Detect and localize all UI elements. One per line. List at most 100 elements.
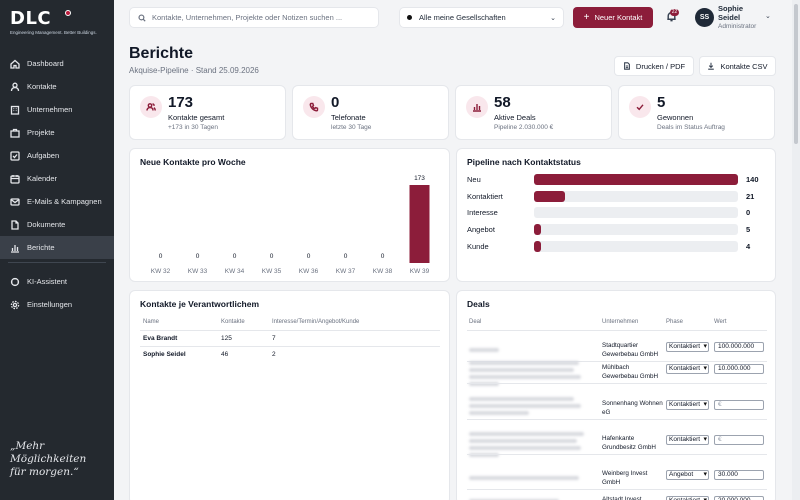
panel-title: Kontakte je Verantwortlichem (140, 299, 260, 309)
x-tick-label: KW 32 (151, 268, 171, 275)
pipeline-value: 21 (746, 191, 755, 201)
pipeline-label: Angebot (467, 225, 495, 235)
new-contact-button[interactable]: + Neuer Kontakt (573, 7, 653, 28)
search-bar[interactable] (129, 7, 379, 28)
deal-value-input[interactable]: 100.000.000 (714, 342, 764, 352)
sidebar-item-label: E-Mails & Kampagnen (27, 197, 102, 206)
pipeline-value: 4 (746, 241, 751, 251)
pipeline-track (534, 190, 738, 202)
row-divider (467, 489, 767, 490)
sidebar-item-projekte[interactable]: Projekte (0, 121, 114, 144)
column-header: Unternehmen (602, 319, 639, 325)
weekly-contacts-panel: Neue Kontakte pro Woche 0 KW 32 0 KW 33 0 KW … (129, 148, 450, 282)
x-tick-label: KW 38 (373, 268, 393, 275)
sidebar-item-einstellungen[interactable]: Einstellungen (0, 293, 114, 316)
deal-company-line: Grundbesitz GmbH (602, 444, 656, 451)
user-icon (10, 82, 20, 92)
page-title: Berichte (129, 45, 194, 62)
deal-company: Altstadt InvestGmbH (602, 495, 642, 500)
x-tick-label: KW 37 (336, 268, 356, 275)
deal-value-input[interactable]: 20.000.000 (714, 496, 764, 500)
deal-company-line: Gewerbebau GmbH (602, 351, 658, 358)
x-tick-label: KW 33 (188, 268, 208, 275)
column-header: Phase (666, 319, 684, 325)
deal-phase-select[interactable]: Angebot (666, 470, 709, 480)
sidebar-item-ki-assistent[interactable]: KI-Assistent (0, 270, 114, 293)
deal-phase-select[interactable]: Kontaktiert (666, 342, 709, 352)
quote-line: für morgen.“ (10, 466, 79, 478)
avatar[interactable]: SS (695, 8, 714, 27)
main-nav: Dashboard Kontakte Unternehmen Projekte … (0, 52, 114, 259)
x-tick-label: KW 35 (262, 268, 282, 275)
user-last-name: Seidel (718, 13, 741, 22)
sidebar-item-dokumente[interactable]: Dokumente (0, 213, 114, 236)
deal-phase-select[interactable]: Kontaktiert (666, 496, 709, 500)
kpi-card-deals: 58 Aktive Deals Pipeline 2.030.000 € (455, 85, 612, 140)
kpi-card-contacts: 173 Kontakte gesamt +173 in 30 Tagen (129, 85, 286, 140)
sidebar-item-berichte[interactable]: Berichte (0, 236, 114, 259)
deal-company: Stadtquartier Gewerbebau GmbH (602, 341, 658, 359)
print-pdf-button[interactable]: Drucken / PDF (614, 56, 694, 76)
data-label: 0 (196, 253, 200, 260)
deal-company-line: Stadtquartier (602, 342, 639, 349)
notification-count-badge: 22 (670, 9, 679, 16)
deal-company-line: Gewerbebau GmbH (602, 373, 658, 380)
deal-phase-select[interactable]: Kontaktiert (666, 400, 709, 410)
deal-phase-select[interactable]: Kontaktiert (666, 364, 709, 374)
kpi-value: 0 (331, 94, 340, 111)
chevron-down-icon[interactable]: ⌄ (765, 12, 771, 20)
print-pdf-label: Drucken / PDF (635, 61, 686, 71)
kpi-card-won: 5 Gewonnen Deals im Status Auftrag (618, 85, 775, 140)
export-csv-button[interactable]: Kontakte CSV (699, 56, 776, 76)
scrollbar-thumb[interactable] (794, 4, 798, 144)
kpi-label: Aktive Deals (494, 113, 536, 122)
sidebar-item-emails[interactable]: E-Mails & Kampagnen (0, 190, 114, 213)
deal-company: Mühlbach Gewerbebau GmbH (602, 363, 658, 381)
pipeline-row: Neu 140 (467, 174, 767, 186)
kpi-label: Kontakte gesamt (168, 113, 225, 122)
chevron-down-icon: ⌄ (550, 14, 556, 22)
deal-phase-select[interactable]: Kontaktiert (666, 435, 709, 445)
redacted-text (469, 411, 529, 415)
user-first-name: Sophie (718, 4, 744, 13)
row-divider (140, 330, 440, 331)
document-icon (623, 62, 630, 70)
briefcase-icon (10, 128, 20, 138)
deal-value-input[interactable]: € (714, 400, 764, 410)
deal-value-input[interactable]: 30.000 (714, 470, 764, 480)
pipeline-value: 5 (746, 225, 751, 235)
deal-company: Weinberg Invest GmbH (602, 469, 647, 487)
redacted-text (469, 404, 581, 408)
pipeline-track (534, 174, 738, 185)
sidebar-item-aufgaben[interactable]: Aufgaben (0, 144, 114, 167)
secondary-nav: KI-Assistent Einstellungen (0, 270, 114, 316)
deal-value-input[interactable]: 10.000.000 (714, 364, 764, 374)
kpi-value: 173 (168, 94, 194, 111)
pipeline-value: 0 (746, 208, 751, 218)
search-input[interactable] (152, 13, 372, 22)
pipeline-track (534, 240, 738, 252)
sidebar-item-unternehmen[interactable]: Unternehmen (0, 98, 114, 121)
sidebar-item-kalender[interactable]: Kalender (0, 167, 114, 190)
redacted-text (469, 446, 581, 450)
status-dot-icon (407, 15, 412, 20)
pipeline-track (534, 224, 738, 236)
bar-chart-icon (466, 96, 488, 118)
pipeline-label: Kunde (467, 241, 489, 251)
user-name[interactable]: Sophie Seidel (718, 4, 758, 22)
export-csv-label: Kontakte CSV (720, 61, 768, 71)
document-icon (10, 219, 20, 230)
redacted-text (469, 368, 574, 372)
check-icon (629, 96, 651, 118)
deal-company-line: Weinberg Invest (602, 470, 648, 477)
x-tick-label: KW 39 (410, 268, 430, 275)
sidebar-item-kontakte[interactable]: Kontakte (0, 75, 114, 98)
pipeline-bar (534, 174, 738, 185)
company-select[interactable]: Alle meine Gesellschaften ⌄ (399, 7, 564, 28)
row-divider (467, 419, 767, 420)
deal-company-line: Sonnenhang Wohnen (602, 400, 663, 407)
logo[interactable]: DLC Engineering Management. Better Build… (10, 8, 97, 35)
owner-contacts: 46 (221, 351, 229, 358)
deal-value-input[interactable]: € (714, 435, 764, 445)
sidebar-item-dashboard[interactable]: Dashboard (0, 52, 114, 75)
